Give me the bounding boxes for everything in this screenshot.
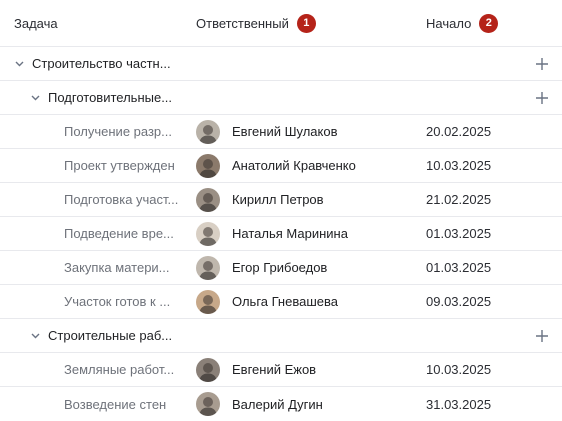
start-cell: 01.03.2025 bbox=[426, 251, 536, 284]
owner-column-badge: 1 bbox=[296, 13, 316, 33]
task-label: Проект утвержден bbox=[64, 158, 175, 173]
avatar bbox=[196, 187, 220, 212]
task-cell: Получение разр... bbox=[64, 115, 172, 148]
start-date: 01.03.2025 bbox=[426, 260, 492, 275]
start-date: 01.03.2025 bbox=[426, 226, 492, 241]
task-label: Получение разр... bbox=[64, 124, 172, 139]
grid-header: Задача Ответственный 1 Начало 2 bbox=[0, 0, 562, 47]
task-cell: Подготовка участ... bbox=[64, 183, 178, 216]
gantt-grid: Задача Ответственный 1 Начало 2 Строител… bbox=[0, 0, 562, 421]
owner-cell: Евгений Шулаков bbox=[196, 115, 424, 148]
task-row[interactable]: Возведение стен Валерий Дугин 31.03.2025 bbox=[0, 387, 562, 421]
group-cell: Строительство частн... bbox=[32, 47, 171, 80]
owner-cell: Валерий Дугин bbox=[196, 387, 424, 421]
task-row[interactable]: Закупка матери... Егор Грибоедов 01.03.2… bbox=[0, 251, 562, 285]
owner-cell: Анатолий Кравченко bbox=[196, 149, 424, 182]
owner-name: Кирилл Петров bbox=[232, 192, 324, 207]
start-column-badge: 2 bbox=[479, 13, 499, 33]
column-header-start-label: Начало bbox=[426, 15, 472, 31]
chevron-down-icon[interactable] bbox=[31, 81, 40, 114]
task-label: Подготовка участ... bbox=[64, 192, 179, 207]
group-row[interactable]: Строительные раб... bbox=[0, 319, 562, 353]
column-header-owner[interactable]: Ответственный 1 bbox=[196, 0, 424, 46]
task-cell: Участок готов к ... bbox=[64, 285, 170, 318]
owner-cell: Егор Грибоедов bbox=[196, 251, 424, 284]
chevron-down-icon[interactable] bbox=[15, 47, 24, 80]
start-date: 21.02.2025 bbox=[426, 192, 492, 207]
owner-name: Егор Грибоедов bbox=[232, 260, 328, 275]
group-label: Строительные раб... bbox=[48, 328, 173, 343]
avatar bbox=[196, 392, 220, 416]
avatar bbox=[196, 119, 220, 144]
task-cell: Земляные работ... bbox=[64, 353, 174, 386]
start-cell: 21.02.2025 bbox=[426, 183, 536, 216]
plus-icon[interactable] bbox=[536, 47, 548, 80]
plus-icon[interactable] bbox=[536, 81, 548, 114]
avatar bbox=[196, 255, 220, 280]
task-row[interactable]: Получение разр... Евгений Шулаков 20.02.… bbox=[0, 115, 562, 149]
owner-name: Евгений Ежов bbox=[232, 362, 317, 377]
plus-icon[interactable] bbox=[536, 319, 548, 352]
chevron-down-icon[interactable] bbox=[31, 319, 40, 352]
start-cell: 10.03.2025 bbox=[426, 149, 536, 182]
start-date: 10.03.2025 bbox=[426, 362, 492, 377]
avatar bbox=[196, 153, 220, 178]
owner-cell: Кирилл Петров bbox=[196, 183, 424, 216]
start-cell: 09.03.2025 bbox=[426, 285, 536, 318]
group-cell: Подготовительные... bbox=[48, 81, 172, 114]
start-date: 20.02.2025 bbox=[426, 124, 492, 139]
column-header-owner-label: Ответственный bbox=[196, 15, 289, 31]
start-cell: 10.03.2025 bbox=[426, 353, 536, 386]
task-row[interactable]: Проект утвержден Анатолий Кравченко 10.0… bbox=[0, 149, 562, 183]
task-label: Участок готов к ... bbox=[64, 294, 171, 309]
task-cell: Закупка матери... bbox=[64, 251, 170, 284]
task-row[interactable]: Земляные работ... Евгений Ежов 10.03.202… bbox=[0, 353, 562, 387]
owner-name: Валерий Дугин bbox=[232, 396, 323, 412]
start-cell: 31.03.2025 bbox=[426, 387, 536, 421]
task-label: Возведение стен bbox=[64, 396, 167, 412]
task-cell: Проект утвержден bbox=[64, 149, 175, 182]
owner-cell: Ольга Гневашева bbox=[196, 285, 424, 318]
start-date: 31.03.2025 bbox=[426, 396, 492, 412]
column-header-task[interactable]: Задача bbox=[14, 0, 204, 46]
task-label: Закупка матери... bbox=[64, 260, 170, 275]
avatar bbox=[196, 221, 220, 246]
task-row[interactable]: Участок готов к ... Ольга Гневашева 09.0… bbox=[0, 285, 562, 319]
group-row[interactable]: Строительство частн... bbox=[0, 47, 562, 81]
task-row[interactable]: Подготовка участ... Кирилл Петров 21.02.… bbox=[0, 183, 562, 217]
task-label: Земляные работ... bbox=[64, 362, 175, 377]
group-label: Подготовительные... bbox=[48, 90, 173, 105]
column-header-task-label: Задача bbox=[14, 15, 58, 31]
owner-cell: Наталья Маринина bbox=[196, 217, 424, 250]
start-cell: 01.03.2025 bbox=[426, 217, 536, 250]
column-header-start[interactable]: Начало 2 bbox=[426, 0, 536, 46]
start-date: 09.03.2025 bbox=[426, 294, 492, 309]
start-cell: 20.02.2025 bbox=[426, 115, 536, 148]
owner-name: Анатолий Кравченко bbox=[232, 158, 356, 173]
task-label: Подведение вре... bbox=[64, 226, 174, 241]
start-date: 10.03.2025 bbox=[426, 158, 492, 173]
group-row[interactable]: Подготовительные... bbox=[0, 81, 562, 115]
group-cell: Строительные раб... bbox=[48, 319, 172, 352]
avatar bbox=[196, 357, 220, 382]
owner-name: Наталья Маринина bbox=[232, 226, 348, 241]
owner-cell: Евгений Ежов bbox=[196, 353, 424, 386]
task-cell: Возведение стен bbox=[64, 387, 166, 421]
group-label: Строительство частн... bbox=[32, 56, 171, 71]
task-row[interactable]: Подведение вре... Наталья Маринина 01.03… bbox=[0, 217, 562, 251]
owner-name: Ольга Гневашева bbox=[232, 294, 338, 309]
owner-name: Евгений Шулаков bbox=[232, 124, 338, 139]
task-cell: Подведение вре... bbox=[64, 217, 174, 250]
avatar bbox=[196, 289, 220, 314]
